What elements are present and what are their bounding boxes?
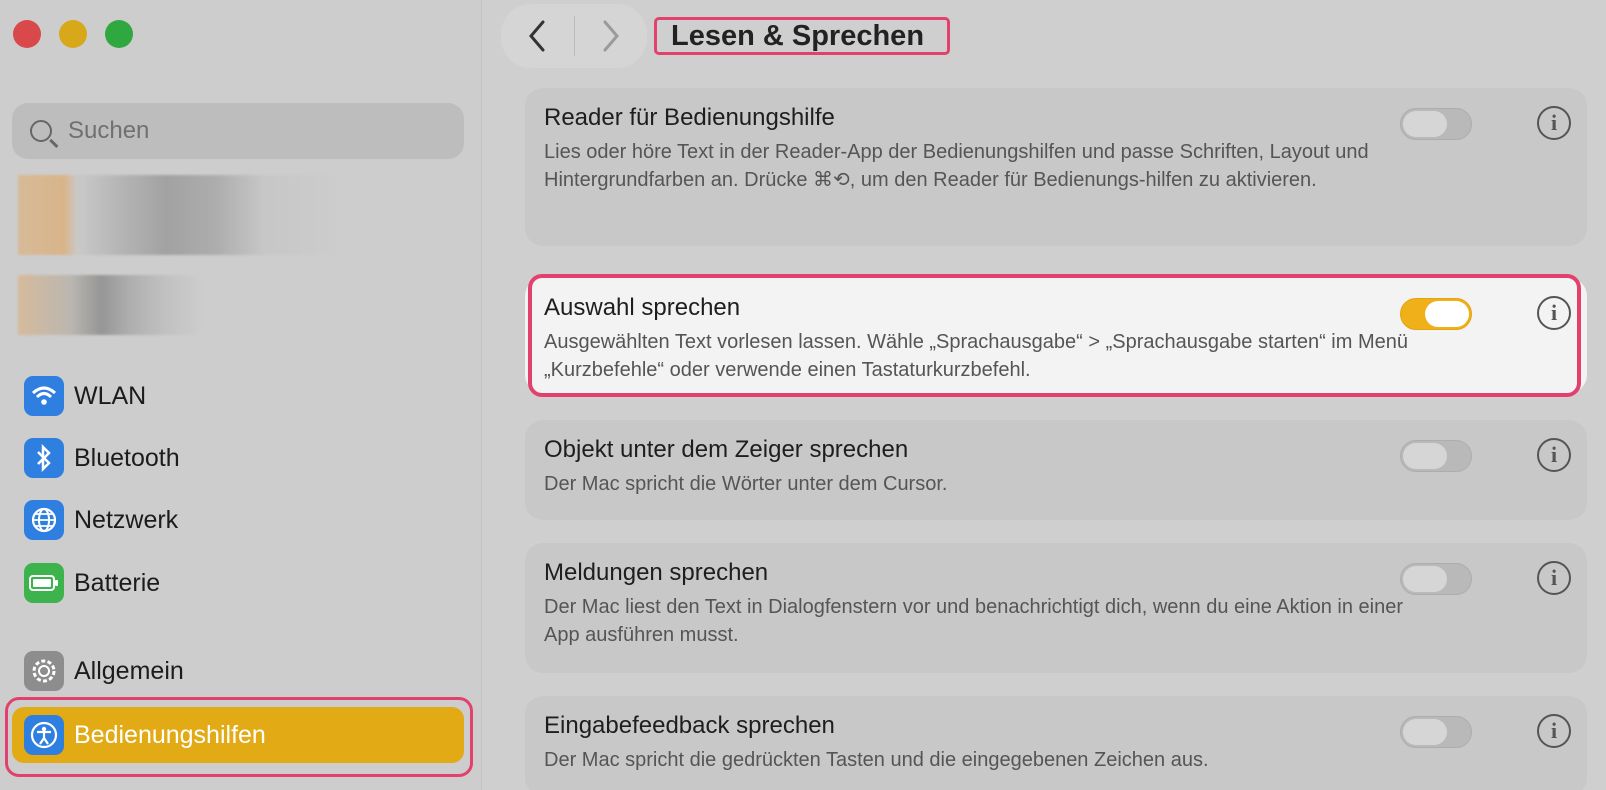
navigation-buttons (501, 4, 647, 68)
setting-description: Der Mac spricht die Wörter unter dem Cur… (544, 473, 948, 495)
eingabefeedback-toggle[interactable] (1400, 716, 1472, 748)
info-icon[interactable]: i (1537, 106, 1571, 140)
sidebar-item-label: Batterie (74, 568, 161, 597)
objekt-zeiger-toggle[interactable] (1400, 440, 1472, 472)
sidebar-item-allgemein[interactable]: Allgemein (12, 643, 464, 699)
meldungen-toggle[interactable] (1400, 563, 1472, 595)
battery-icon (24, 563, 64, 603)
search-input[interactable]: Suchen (12, 103, 464, 159)
search-placeholder: Suchen (68, 117, 150, 144)
blurred-family-entry[interactable] (18, 275, 203, 335)
sidebar-item-batterie[interactable]: Batterie (12, 555, 464, 611)
search-icon (30, 120, 52, 142)
setting-description: Der Mac spricht die gedrückten Tasten un… (544, 749, 1209, 771)
setting-card-meldungen: Meldungen sprechen Der Mac liest den Tex… (525, 543, 1587, 673)
setting-card-objekt-zeiger: Objekt unter dem Zeiger sprechen Der Mac… (525, 420, 1587, 520)
sidebar-item-wlan[interactable]: WLAN (12, 368, 464, 424)
page-title: Lesen & Sprechen (654, 17, 950, 55)
selection-highlight (5, 697, 473, 777)
setting-card-reader: Reader für Bedienungshilfe Lies oder hör… (525, 88, 1587, 246)
info-icon[interactable]: i (1537, 561, 1571, 595)
chevron-right-icon (603, 20, 619, 52)
forward-button[interactable] (575, 4, 648, 68)
close-window-button[interactable] (13, 20, 41, 48)
sidebar-item-label: Bluetooth (74, 443, 180, 472)
active-highlight (528, 274, 1581, 397)
reader-toggle[interactable] (1400, 108, 1472, 140)
sidebar-item-label: Netzwerk (74, 505, 179, 534)
sidebar-item-label: WLAN (74, 381, 147, 410)
toggle-knob (1403, 111, 1447, 137)
chevron-left-icon (529, 20, 545, 52)
sidebar: Suchen WLAN Bluetooth Netzwerk Batterie … (0, 0, 482, 790)
toggle-knob (1403, 566, 1447, 592)
setting-description: Der Mac liest den Text in Dialogfenstern… (544, 596, 1404, 646)
setting-card-eingabefeedback: Eingabefeedback sprechen Der Mac spricht… (525, 696, 1587, 790)
sidebar-item-bluetooth[interactable]: Bluetooth (12, 430, 464, 486)
zoom-window-button[interactable] (105, 20, 133, 48)
toggle-knob (1403, 719, 1447, 745)
minimize-window-button[interactable] (59, 20, 87, 48)
setting-description: Lies oder höre Text in der Reader-App de… (544, 141, 1369, 191)
toggle-knob (1403, 443, 1447, 469)
back-button[interactable] (501, 4, 574, 68)
sidebar-item-netzwerk[interactable]: Netzwerk (12, 492, 464, 548)
sidebar-item-label: Allgemein (74, 656, 184, 685)
info-icon[interactable]: i (1537, 714, 1571, 748)
info-icon[interactable]: i (1537, 438, 1571, 472)
blurred-account-avatar[interactable] (18, 175, 348, 255)
window-controls (13, 20, 133, 48)
wifi-icon (24, 376, 64, 416)
gear-icon (24, 651, 64, 691)
bluetooth-icon (24, 438, 64, 478)
globe-icon (24, 500, 64, 540)
